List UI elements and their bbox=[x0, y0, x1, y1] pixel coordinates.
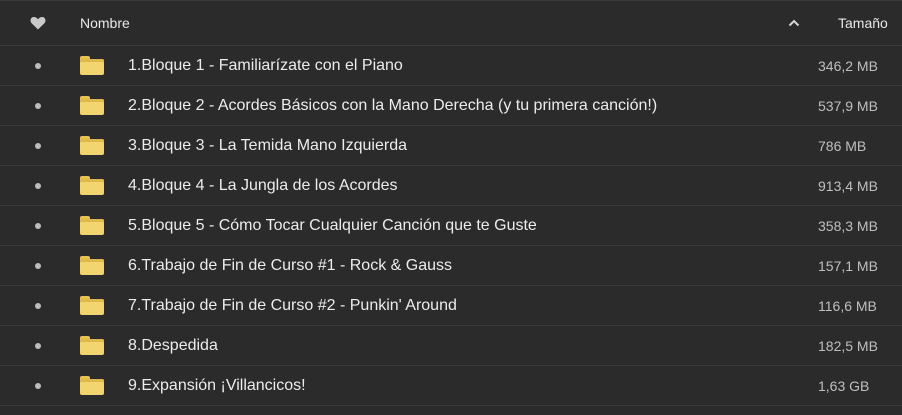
file-row[interactable]: 1.Bloque 1 - Familiarízate con el Piano 3… bbox=[0, 46, 902, 86]
heart-icon[interactable] bbox=[0, 16, 76, 30]
file-row[interactable]: 7.Trabajo de Fin de Curso #2 - Punkin' A… bbox=[0, 286, 902, 326]
folder-icon bbox=[76, 336, 128, 355]
file-name[interactable]: 8.Despedida bbox=[128, 337, 802, 355]
row-bullet bbox=[0, 142, 76, 149]
folder-icon bbox=[76, 96, 128, 115]
list-header: Nombre Tamaño bbox=[0, 0, 902, 46]
file-size: 157,1 MB bbox=[818, 257, 878, 274]
row-bullet bbox=[0, 182, 76, 189]
file-row[interactable]: 4.Bloque 4 - La Jungla de los Acordes 913… bbox=[0, 166, 902, 206]
file-row[interactable]: 3.Bloque 3 - La Temida Mano Izquierda 786… bbox=[0, 126, 902, 166]
chevron-up-icon[interactable] bbox=[776, 19, 812, 27]
file-name[interactable]: 1.Bloque 1 - Familiarízate con el Piano bbox=[128, 57, 802, 75]
row-bullet bbox=[0, 302, 76, 309]
row-bullet bbox=[0, 62, 76, 69]
row-bullet bbox=[0, 222, 76, 229]
file-size: 786 MB bbox=[818, 137, 867, 154]
file-size: 182,5 MB bbox=[818, 337, 878, 354]
file-row[interactable]: 8.Despedida 182,5 MB bbox=[0, 326, 902, 366]
file-size: 913,4 MB bbox=[818, 177, 878, 194]
file-name[interactable]: 4.Bloque 4 - La Jungla de los Acordes bbox=[128, 177, 802, 195]
file-row[interactable]: 2.Bloque 2 - Acordes Básicos con la Mano… bbox=[0, 86, 902, 126]
folder-icon bbox=[76, 176, 128, 195]
folder-icon bbox=[76, 216, 128, 235]
file-row[interactable]: 5.Bloque 5 - Cómo Tocar Cualquier Canció… bbox=[0, 206, 902, 246]
row-bullet bbox=[0, 262, 76, 269]
file-name[interactable]: 6.Trabajo de Fin de Curso #1 - Rock & Ga… bbox=[128, 257, 802, 275]
file-name[interactable]: 9.Expansión ¡Villancicos! bbox=[128, 377, 802, 395]
file-row[interactable]: 6.Trabajo de Fin de Curso #1 - Rock & Ga… bbox=[0, 246, 902, 286]
name-column-header[interactable]: Nombre bbox=[76, 15, 776, 31]
row-bullet bbox=[0, 342, 76, 349]
row-bullet bbox=[0, 102, 76, 109]
file-size: 346,2 MB bbox=[818, 57, 878, 74]
folder-icon bbox=[76, 256, 128, 275]
file-name[interactable]: 7.Trabajo de Fin de Curso #2 - Punkin' A… bbox=[128, 297, 802, 315]
file-size: 1,63 GB bbox=[818, 377, 870, 394]
file-row[interactable]: 9.Expansión ¡Villancicos! 1,63 GB bbox=[0, 366, 902, 406]
size-column-header[interactable]: Tamaño bbox=[812, 15, 902, 31]
file-name[interactable]: 2.Bloque 2 - Acordes Básicos con la Mano… bbox=[128, 97, 802, 115]
file-size: 116,6 MB bbox=[818, 297, 877, 314]
file-list: Nombre Tamaño 1.Bloque 1 - Familiarízate… bbox=[0, 0, 902, 415]
folder-icon bbox=[76, 136, 128, 155]
folder-icon bbox=[76, 296, 128, 315]
file-name[interactable]: 5.Bloque 5 - Cómo Tocar Cualquier Canció… bbox=[128, 217, 802, 235]
file-size: 358,3 MB bbox=[818, 217, 878, 234]
file-size: 537,9 MB bbox=[818, 97, 878, 114]
file-name[interactable]: 3.Bloque 3 - La Temida Mano Izquierda bbox=[128, 137, 802, 155]
folder-icon bbox=[76, 56, 128, 75]
folder-icon bbox=[76, 376, 128, 395]
row-bullet bbox=[0, 382, 76, 389]
